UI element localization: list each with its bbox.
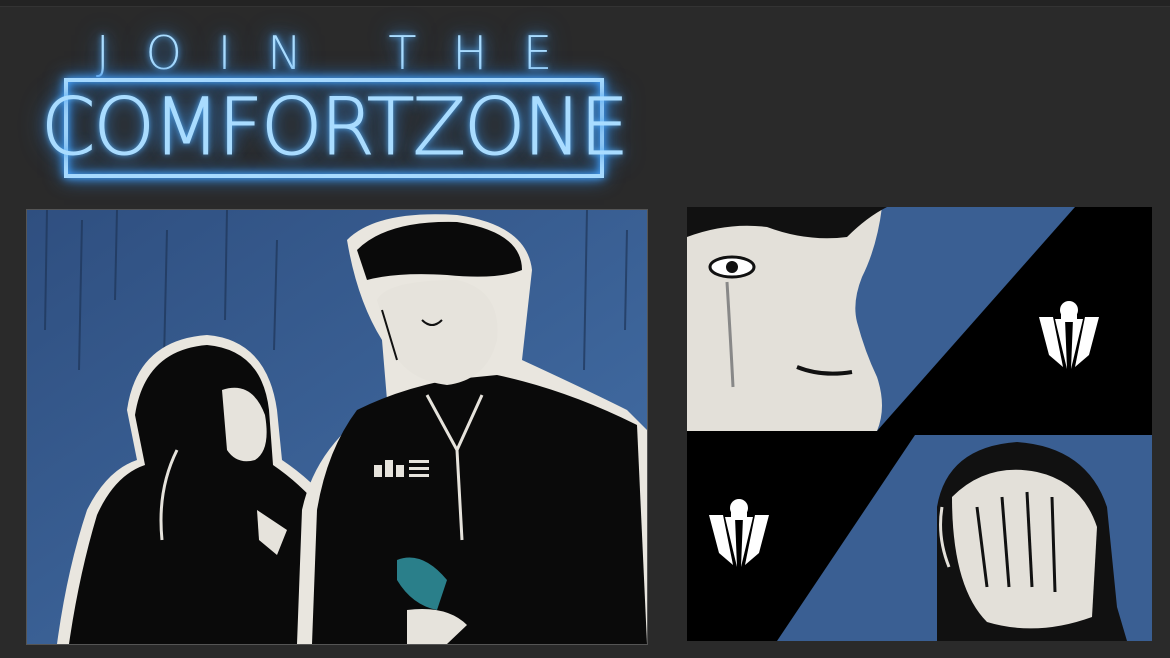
logo-wordmark: COMFORTZONE	[40, 83, 629, 173]
top-bar	[0, 0, 1170, 7]
comic-illustration-two-figures	[27, 210, 647, 644]
logo-frame: COMFORTZONE	[40, 78, 630, 178]
comic-panel-main	[26, 209, 648, 645]
title-block: JOIN THE COMFORTZONE	[40, 26, 630, 193]
comic-panel-split	[687, 207, 1152, 641]
comic-illustration-split	[687, 207, 1152, 641]
join-heading: JOIN THE	[96, 26, 589, 80]
